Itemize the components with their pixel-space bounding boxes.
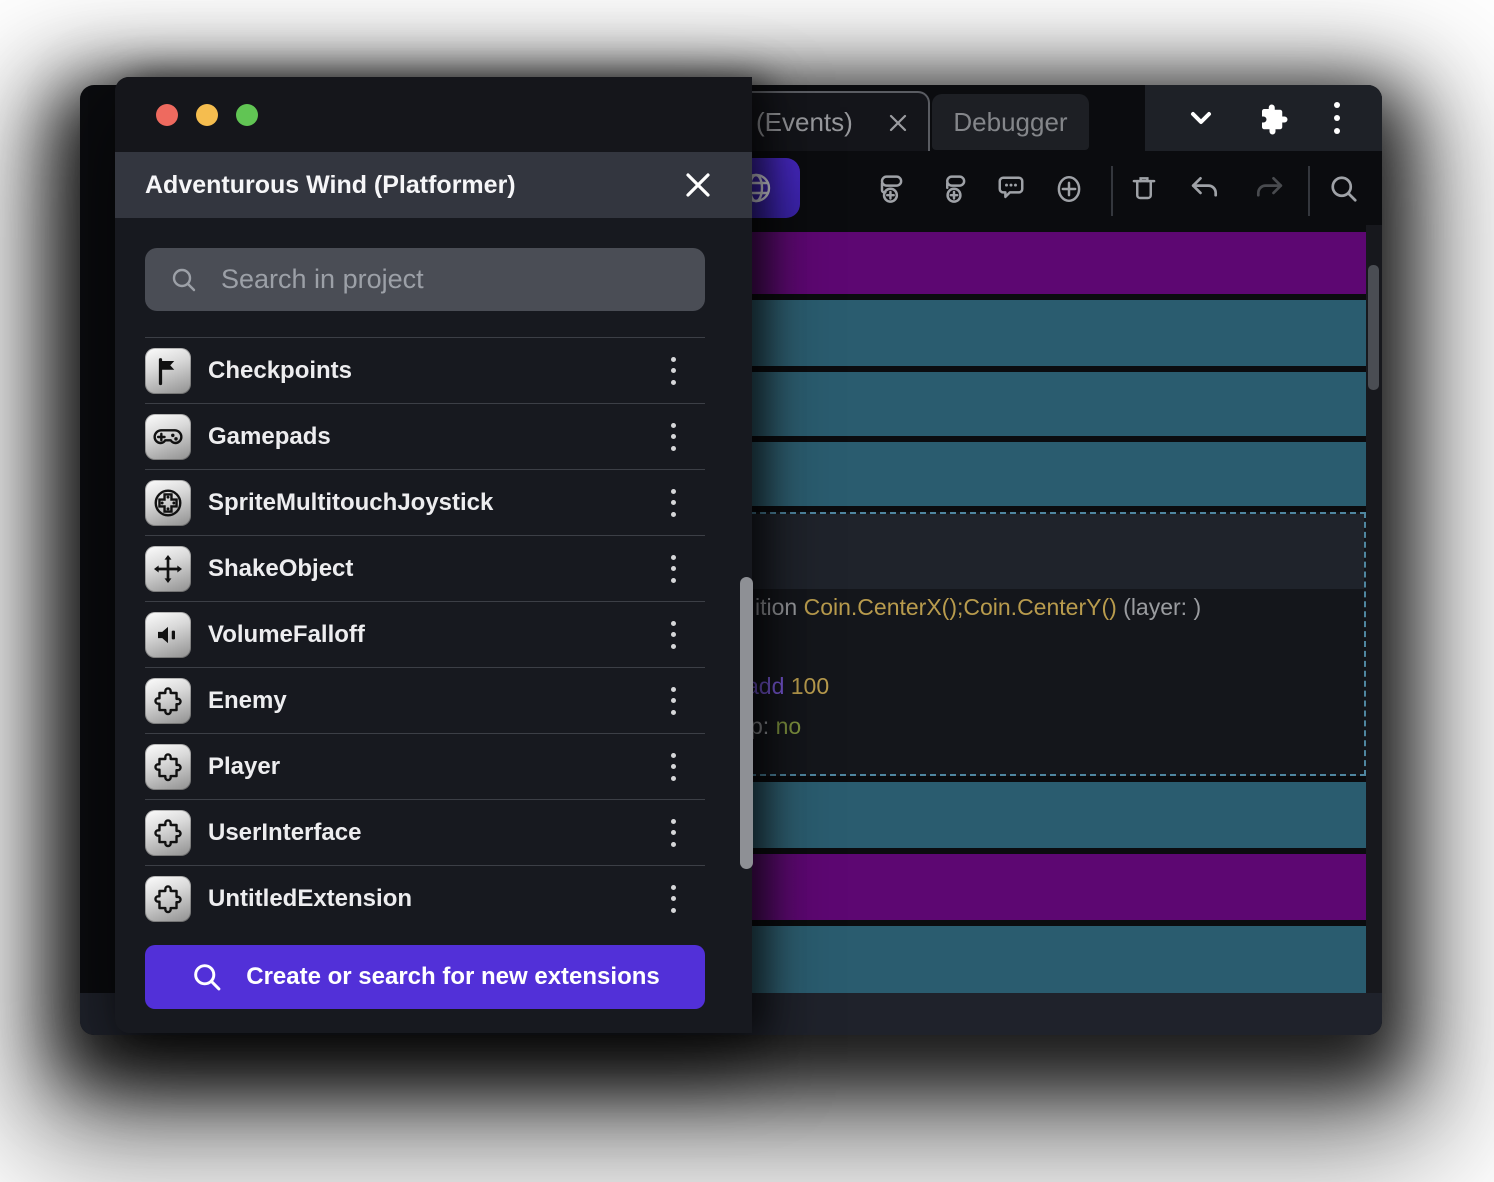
event-row-teal[interactable] bbox=[720, 442, 1366, 506]
drawer-header: Adventurous Wind (Platformer) bbox=[115, 152, 752, 218]
more-kebab-icon[interactable] bbox=[1331, 98, 1343, 138]
events-sheet: ition Coin.CenterX();Coin.CenterY() (lay… bbox=[720, 232, 1366, 993]
list-item-shakeobject[interactable]: ShakeObject bbox=[145, 535, 705, 601]
tab-debugger-label: Debugger bbox=[953, 107, 1067, 138]
list-item-label: Enemy bbox=[208, 687, 287, 715]
list-item-label: Gamepads bbox=[208, 423, 331, 451]
add-event-icon[interactable] bbox=[873, 171, 909, 207]
event-condition-area[interactable] bbox=[722, 514, 1364, 589]
list-item-label: ShakeObject bbox=[208, 555, 353, 583]
events-scroll-gutter bbox=[1366, 225, 1382, 993]
extensions-puzzle-icon[interactable] bbox=[1256, 100, 1292, 136]
puzzle-icon bbox=[145, 810, 191, 856]
zoom-traffic-light[interactable] bbox=[236, 104, 258, 126]
create-extension-button[interactable]: Create or search for new extensions bbox=[145, 945, 705, 1009]
toolbar-divider bbox=[1308, 166, 1310, 216]
list-item-enemy[interactable]: Enemy bbox=[145, 667, 705, 733]
tab-close-icon[interactable] bbox=[888, 113, 908, 133]
tab-events-label: (Events) bbox=[756, 107, 853, 138]
project-title: Adventurous Wind (Platformer) bbox=[145, 171, 516, 200]
gamepad-icon bbox=[145, 414, 191, 460]
list-item-spritemultitouchjoystick[interactable]: SpriteMultitouchJoystick bbox=[145, 469, 705, 535]
chevron-down-icon[interactable] bbox=[1184, 101, 1218, 135]
event-action-position[interactable]: ition Coin.CenterX();Coin.CenterY() (lay… bbox=[755, 594, 1201, 621]
item-menu-kebab-icon[interactable] bbox=[663, 684, 683, 718]
puzzle-icon bbox=[145, 678, 191, 724]
list-item-label: VolumeFalloff bbox=[208, 621, 365, 649]
puzzle-icon bbox=[145, 876, 191, 922]
list-item-label: UntitledExtension bbox=[208, 885, 412, 913]
project-search[interactable] bbox=[145, 248, 705, 311]
list-item-volumefalloff[interactable]: VolumeFalloff bbox=[145, 601, 705, 667]
toolbar-search-icon[interactable] bbox=[1326, 171, 1362, 207]
item-menu-kebab-icon[interactable] bbox=[663, 750, 683, 784]
window-titlebar bbox=[115, 77, 752, 152]
puzzle-icon bbox=[145, 744, 191, 790]
item-menu-kebab-icon[interactable] bbox=[663, 618, 683, 652]
drawer-scrollbar[interactable] bbox=[740, 577, 753, 869]
screenshot-canvas: (Events) Debugger bbox=[0, 0, 1494, 1182]
event-row-teal[interactable] bbox=[720, 300, 1366, 366]
window-controls-panel bbox=[1145, 85, 1382, 151]
events-scrollbar[interactable] bbox=[1368, 265, 1379, 390]
drawer-close-icon[interactable] bbox=[683, 170, 713, 200]
move-arrows-icon bbox=[145, 546, 191, 592]
extensions-list: Checkpoints Gamepads SpriteMultitouchJoy… bbox=[145, 337, 705, 931]
list-item-gamepads[interactable]: Gamepads bbox=[145, 403, 705, 469]
item-menu-kebab-icon[interactable] bbox=[663, 354, 683, 388]
event-row-teal[interactable] bbox=[720, 782, 1366, 848]
event-row-purple[interactable] bbox=[720, 232, 1366, 294]
delete-icon[interactable] bbox=[1126, 171, 1162, 207]
close-traffic-light[interactable] bbox=[156, 104, 178, 126]
add-comment-icon[interactable] bbox=[993, 171, 1029, 207]
event-action-loop[interactable]: p: no bbox=[750, 713, 801, 740]
speaker-icon bbox=[145, 612, 191, 658]
selected-event-block[interactable]: ition Coin.CenterX();Coin.CenterY() (lay… bbox=[720, 512, 1366, 776]
tab-debugger[interactable]: Debugger bbox=[932, 94, 1089, 150]
event-action-add[interactable]: add 100 bbox=[746, 673, 829, 700]
search-input[interactable] bbox=[221, 264, 661, 295]
item-menu-kebab-icon[interactable] bbox=[663, 420, 683, 454]
event-row-teal[interactable] bbox=[720, 372, 1366, 436]
list-item-userinterface[interactable]: UserInterface bbox=[145, 799, 705, 865]
search-icon bbox=[169, 265, 199, 295]
redo-icon[interactable] bbox=[1251, 171, 1287, 207]
add-other-event-icon[interactable] bbox=[1051, 171, 1087, 207]
list-item-untitledextension[interactable]: UntitledExtension bbox=[145, 865, 705, 931]
item-menu-kebab-icon[interactable] bbox=[663, 552, 683, 586]
minimize-traffic-light[interactable] bbox=[196, 104, 218, 126]
search-icon bbox=[190, 960, 224, 994]
toolbar-divider bbox=[1111, 166, 1113, 216]
create-extension-label: Create or search for new extensions bbox=[246, 963, 659, 991]
list-item-label: Checkpoints bbox=[208, 357, 352, 385]
event-row-teal[interactable] bbox=[720, 926, 1366, 993]
item-menu-kebab-icon[interactable] bbox=[663, 486, 683, 520]
add-sub-event-icon[interactable] bbox=[936, 171, 972, 207]
flag-icon bbox=[145, 348, 191, 394]
list-item-checkpoints[interactable]: Checkpoints bbox=[145, 337, 705, 403]
list-item-player[interactable]: Player bbox=[145, 733, 705, 799]
list-item-label: SpriteMultitouchJoystick bbox=[208, 489, 493, 517]
project-manager-drawer: Adventurous Wind (Platformer) Checkpoint… bbox=[115, 77, 752, 1033]
list-item-label: UserInterface bbox=[208, 819, 361, 847]
list-item-label: Player bbox=[208, 753, 280, 781]
undo-icon[interactable] bbox=[1187, 171, 1223, 207]
joystick-icon bbox=[145, 480, 191, 526]
event-row-purple[interactable] bbox=[720, 854, 1366, 920]
item-menu-kebab-icon[interactable] bbox=[663, 882, 683, 916]
item-menu-kebab-icon[interactable] bbox=[663, 816, 683, 850]
